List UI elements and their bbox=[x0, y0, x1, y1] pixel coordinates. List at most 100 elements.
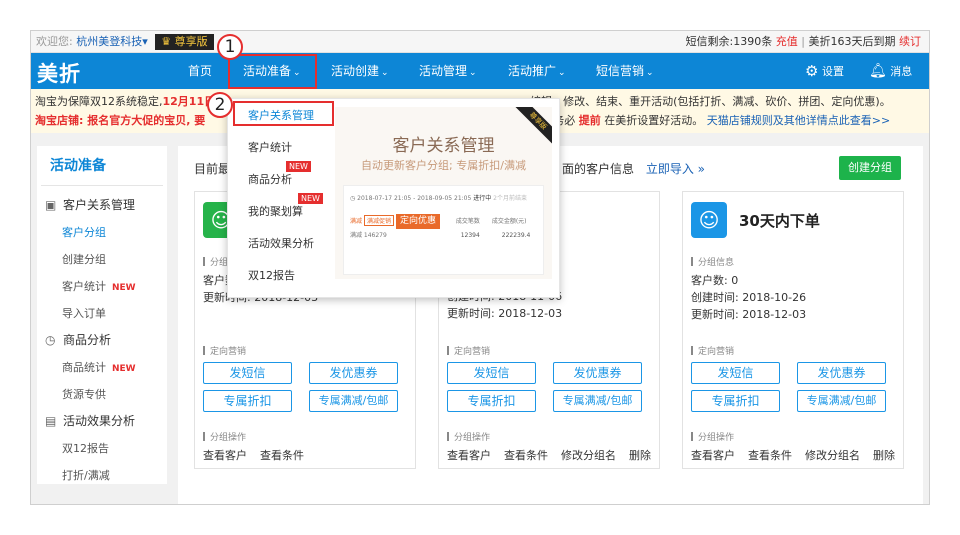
messages-label: 消息 bbox=[890, 65, 913, 78]
rename-group-link[interactable]: 修改分组名 bbox=[805, 449, 860, 462]
send-sms-button[interactable]: 发短信 bbox=[447, 362, 536, 384]
delete-group-link[interactable]: 删除 bbox=[629, 449, 651, 462]
promo-col-label: 成交笔数 bbox=[455, 218, 480, 225]
shop-name-link[interactable]: 杭州美登科技 bbox=[76, 35, 142, 48]
nav-activity-promote[interactable]: 活动推广 ⌄ bbox=[508, 53, 566, 89]
marketing-label: 定向营销 bbox=[691, 344, 734, 357]
marketing-label: 定向营销 bbox=[203, 344, 246, 357]
exclusive-discount-button[interactable]: 专属折扣 bbox=[447, 390, 536, 412]
vip-label: 尊享版 bbox=[174, 35, 208, 48]
notice-advance: 提前 bbox=[578, 114, 601, 127]
step-1-marker: 1 bbox=[217, 34, 243, 60]
clock-icon: ◷ bbox=[350, 195, 356, 202]
exclusive-fullcut-button[interactable]: 专属满减/包邮 bbox=[797, 390, 886, 412]
messages-button[interactable]: 🔔︎ 消息 bbox=[869, 53, 912, 89]
sidebar-item-customer-groups[interactable]: 客户分组 bbox=[37, 219, 167, 246]
recharge-link[interactable]: 充值 bbox=[776, 35, 798, 48]
group-ops: 查看客户 查看条件 修改分组名 删除 bbox=[447, 447, 664, 463]
new-badge: NEW bbox=[298, 193, 323, 204]
settings-label: 设置 bbox=[821, 65, 844, 78]
promo-mini-card: ◷ 2018-07-17 21:05 - 2018-09-05 21:05 进行… bbox=[343, 185, 544, 275]
sidebar-item-discount[interactable]: 打折/满减 bbox=[37, 462, 167, 489]
settings-button[interactable]: ⚙ 设置 bbox=[805, 53, 844, 89]
chevron-down-icon[interactable]: ▾ bbox=[142, 35, 148, 48]
exclusive-fullcut-button[interactable]: 专属满减/包邮 bbox=[309, 390, 398, 412]
view-customers-link[interactable]: 查看客户 bbox=[447, 449, 491, 462]
logo[interactable]: 美折 bbox=[37, 58, 81, 88]
sidebar-section-label: 客户关系管理 bbox=[63, 198, 136, 212]
send-sms-button[interactable]: 发短信 bbox=[691, 362, 780, 384]
welcome-text: 欢迎您: bbox=[36, 35, 73, 48]
sidebar-item-product-stats[interactable]: 商品统计 NEW bbox=[37, 354, 167, 381]
dropdown-item-product-analysis[interactable]: 商品分析 bbox=[248, 171, 292, 187]
chevron-down-icon: ⌄ bbox=[646, 68, 654, 78]
sidebar-item-customer-stats[interactable]: 客户统计 NEW bbox=[37, 273, 167, 300]
chevron-down-icon: ⌄ bbox=[469, 68, 477, 78]
send-coupon-button[interactable]: 发优惠券 bbox=[553, 362, 642, 384]
sidebar-section-crm[interactable]: ▣ 客户关系管理 bbox=[37, 192, 167, 219]
create-group-button[interactable]: 创建分组 bbox=[839, 156, 901, 180]
send-coupon-button[interactable]: 发优惠券 bbox=[797, 362, 886, 384]
promo-value-row: 满减 146279 12394 222239.4 bbox=[350, 230, 530, 239]
dropdown-item-crm[interactable]: 客户关系管理 bbox=[248, 107, 314, 123]
new-badge: NEW bbox=[112, 364, 136, 374]
created-time: 创建时间: 2018-10-26 bbox=[691, 291, 807, 304]
sidebar-title: 活动准备 bbox=[41, 146, 163, 186]
notice-text: 淘宝为保障双12系统稳定, bbox=[35, 95, 163, 108]
nav-sms-marketing-label: 短信营销 bbox=[596, 64, 645, 78]
rename-group-link[interactable]: 修改分组名 bbox=[561, 449, 616, 462]
view-conditions-link[interactable]: 查看条件 bbox=[260, 449, 304, 462]
group-ops-label: 分组操作 bbox=[691, 430, 734, 443]
nav-sms-marketing[interactable]: 短信营销 ⌄ bbox=[596, 53, 654, 89]
top-info-bar: 欢迎您: 杭州美登科技▾ ♛ 尊享版 短信剩余:1390条 充值 | 美折163… bbox=[31, 31, 929, 53]
expire-text: 美折163天后到期 bbox=[808, 35, 896, 48]
sidebar-item-supply[interactable]: 货源专供 bbox=[37, 381, 167, 408]
sidebar-item-label: 客户统计 bbox=[62, 280, 106, 293]
notice-text: 在美折设置好活动。 bbox=[604, 114, 704, 127]
promo-tag: 满减 bbox=[350, 218, 363, 225]
view-customers-link[interactable]: 查看客户 bbox=[691, 449, 735, 462]
view-conditions-link[interactable]: 查看条件 bbox=[748, 449, 792, 462]
dropdown-item-juhuasuan[interactable]: 我的聚划算 bbox=[248, 203, 303, 219]
dropdown-item-effect-analysis[interactable]: 活动效果分析 bbox=[248, 235, 314, 251]
promo-sub: 满减 146279 bbox=[350, 232, 387, 239]
dropdown-item-double12-report[interactable]: 双12报告 bbox=[248, 267, 295, 283]
new-badge: NEW bbox=[286, 161, 311, 172]
exclusive-discount-button[interactable]: 专属折扣 bbox=[691, 390, 780, 412]
renew-link[interactable]: 续订 bbox=[899, 35, 921, 48]
notice-taobao: 淘宝店铺: 报名官方大促的宝贝, 要 bbox=[35, 114, 206, 127]
promo-tag-row: 满减 满减促销 定向优惠 成交笔数 成交金额(元) bbox=[350, 214, 527, 229]
customer-count: 客户数: 0 bbox=[691, 274, 739, 287]
exclusive-discount-button[interactable]: 专属折扣 bbox=[203, 390, 292, 412]
sidebar-item-label: 创建分组 bbox=[62, 253, 106, 266]
sidebar-item-import-orders[interactable]: 导入订单 bbox=[37, 300, 167, 327]
nav-activity-create[interactable]: 活动创建 ⌄ bbox=[331, 53, 389, 89]
promo-tag-small: 满减促销 bbox=[363, 215, 394, 226]
exclusive-fullcut-button[interactable]: 专属满减/包邮 bbox=[553, 390, 642, 412]
activity-prep-dropdown: 客户关系管理 客户统计 商品分析 NEW 我的聚划算 NEW 活动效果分析 双1… bbox=[227, 98, 560, 298]
group-info-label: 分组信息 bbox=[691, 255, 734, 268]
nav-activity-manage[interactable]: 活动管理 ⌄ bbox=[419, 53, 477, 89]
sidebar-item-label: 客户分组 bbox=[62, 226, 106, 239]
dropdown-item-customer-stats[interactable]: 客户统计 bbox=[248, 139, 292, 155]
send-sms-button[interactable]: 发短信 bbox=[203, 362, 292, 384]
view-conditions-link[interactable]: 查看条件 bbox=[504, 449, 548, 462]
main-nav: 美折 首页 活动准备 ⌄ 活动创建 ⌄ 活动管理 ⌄ 活动推广 ⌄ 短信营销 ⌄ ⚙ 设置… bbox=[31, 53, 929, 89]
view-customers-link[interactable]: 查看客户 bbox=[203, 449, 247, 462]
promo-value: 222239.4 bbox=[501, 232, 531, 239]
sidebar-item-create-group[interactable]: 创建分组 bbox=[37, 246, 167, 273]
promo-col-label: 成交金额(元) bbox=[491, 218, 527, 225]
import-now-link[interactable]: 立即导入 » bbox=[646, 162, 705, 176]
send-coupon-button[interactable]: 发优惠券 bbox=[309, 362, 398, 384]
tmall-rules-link[interactable]: 天猫店铺规则及其他详情点此查看>> bbox=[707, 114, 890, 127]
new-badge: NEW bbox=[112, 283, 136, 293]
sidebar-section-product-analysis[interactable]: ◷ 商品分析 bbox=[37, 327, 167, 354]
sidebar-section-effect-analysis[interactable]: ▤ 活动效果分析 bbox=[37, 408, 167, 435]
delete-group-link[interactable]: 删除 bbox=[873, 449, 895, 462]
promo-subtitle: 自动更新客户分组; 专属折扣/满减 bbox=[361, 159, 526, 172]
separator: | bbox=[801, 35, 805, 48]
sidebar-item-double12-report[interactable]: 双12报告 bbox=[37, 435, 167, 462]
nav-activity-manage-label: 活动管理 bbox=[419, 64, 468, 78]
nav-home[interactable]: 首页 bbox=[188, 53, 212, 89]
promo-preview: 尊享版 客户关系管理 自动更新客户分组; 专属折扣/满减 ◷ 2018-07-1… bbox=[335, 107, 552, 279]
